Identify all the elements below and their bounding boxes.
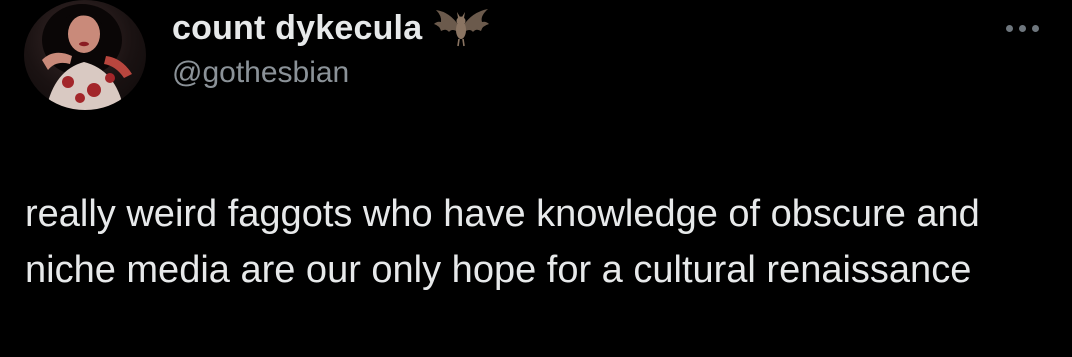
- tweet-card: count dykecula @gothesbian really weird …: [0, 0, 1072, 357]
- more-options-button[interactable]: [994, 10, 1050, 46]
- profile-photo-icon: [42, 4, 132, 110]
- ellipsis-dot: [1018, 24, 1026, 32]
- tweet-text: really weird faggots who have knowledge …: [25, 193, 980, 291]
- ellipsis-dot: [1031, 24, 1039, 32]
- author-name-row: count dykecula: [172, 6, 490, 50]
- author-avatar[interactable]: [24, 0, 146, 110]
- author-handle[interactable]: @gothesbian: [172, 56, 349, 90]
- author-display-name[interactable]: count dykecula: [172, 9, 422, 48]
- ellipsis-icon: [1005, 24, 1013, 32]
- bat-icon: [434, 9, 490, 47]
